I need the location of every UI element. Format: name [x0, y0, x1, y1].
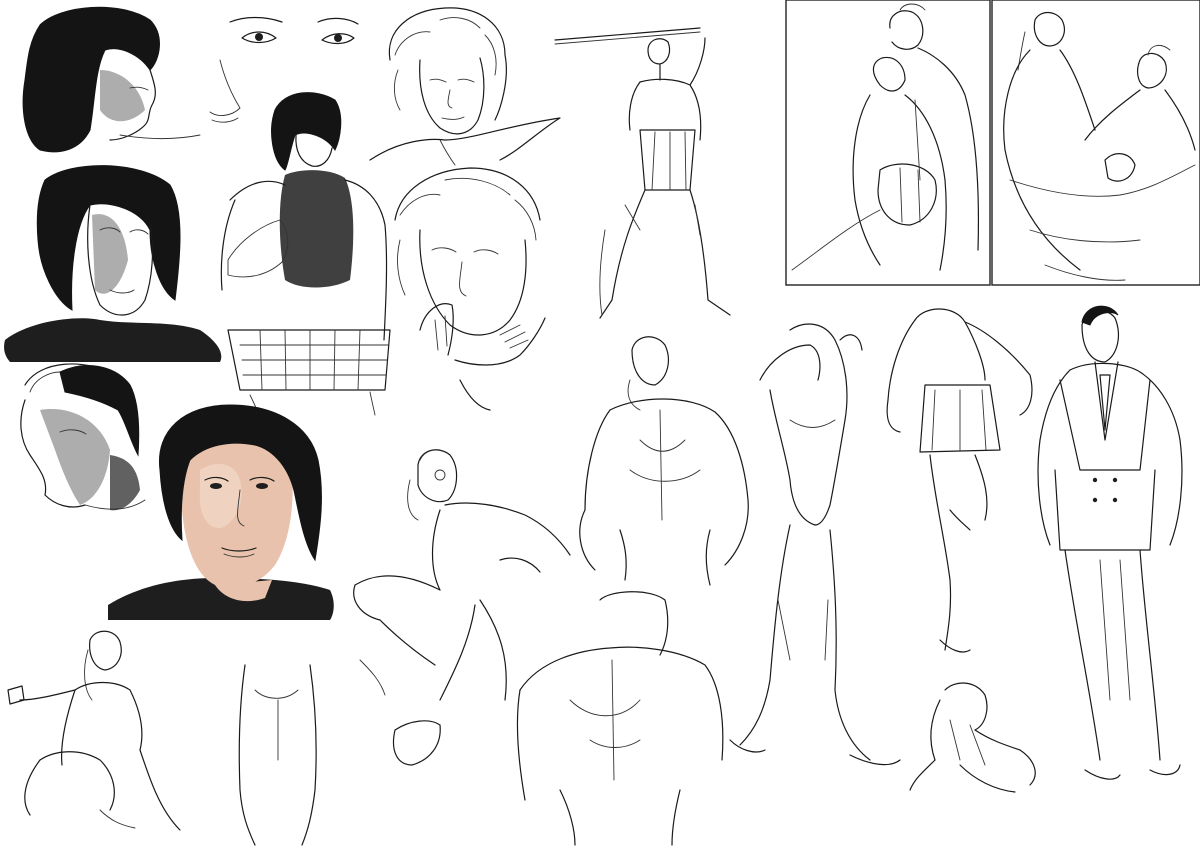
legs-study	[238, 664, 317, 846]
sketch-canvas	[4, 0, 1200, 846]
back-torso-figure	[579, 336, 749, 586]
stretching-figure	[729, 323, 901, 766]
crouching-figure	[7, 630, 181, 831]
sword-figure	[554, 27, 731, 319]
comic-panel-action	[991, 0, 1200, 286]
skirt-walking-figure	[886, 308, 1033, 653]
portrait-head-2	[4, 165, 222, 362]
portrait-profile	[20, 363, 146, 511]
portrait-painted	[108, 404, 334, 620]
armored-figure	[220, 92, 391, 419]
portrait-curly-hair	[369, 7, 561, 166]
sketch-sheet	[0, 0, 1200, 848]
suit-figure	[1037, 305, 1183, 780]
chest-study	[516, 591, 724, 846]
portrait-head-1	[22, 6, 201, 153]
kicking-figure	[353, 449, 571, 766]
face-with-hand-study	[394, 167, 546, 411]
comic-panel-couple	[785, 0, 991, 286]
seated-figure	[909, 682, 1036, 793]
